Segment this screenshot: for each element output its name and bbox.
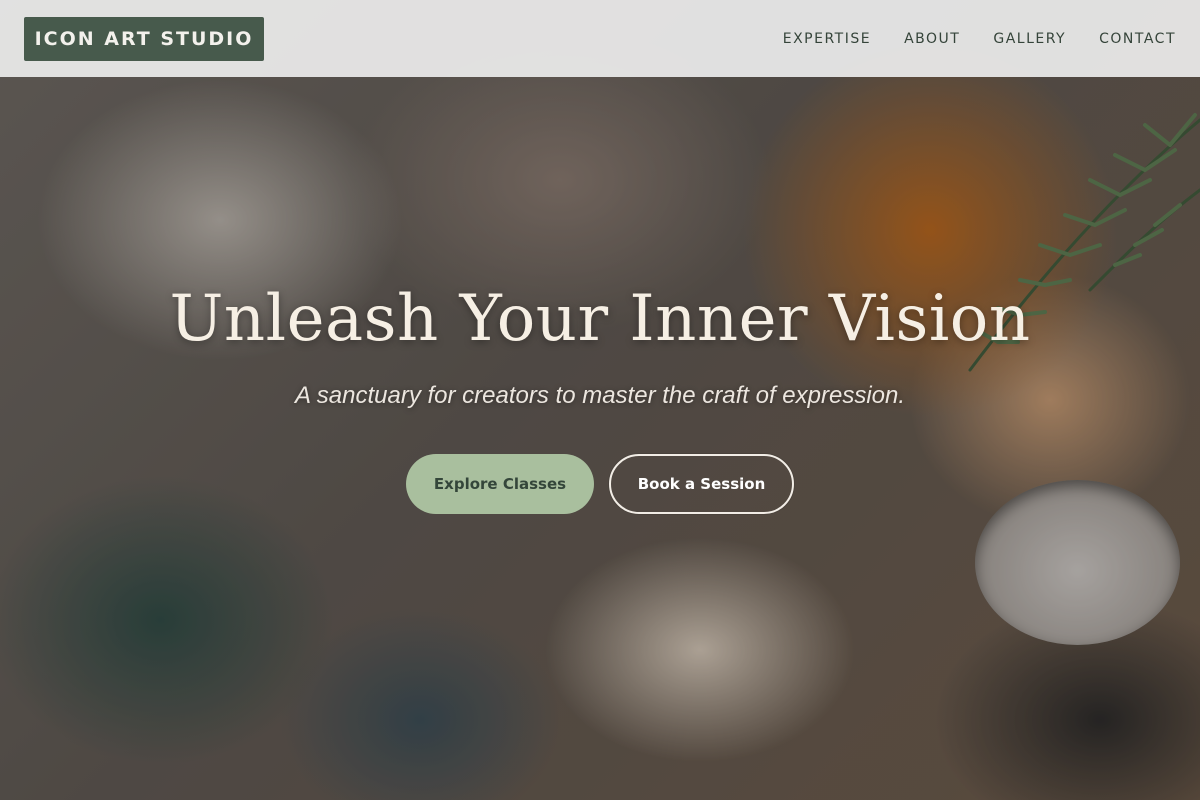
hero-section: Unleash Your Inner Vision A sanctuary fo… (0, 0, 1200, 800)
hero-title: Unleash Your Inner Vision (169, 282, 1031, 356)
explore-classes-button[interactable]: Explore Classes (406, 454, 594, 514)
book-session-button[interactable]: Book a Session (609, 454, 794, 514)
hero-subtitle: A sanctuary for creators to master the c… (294, 382, 906, 409)
